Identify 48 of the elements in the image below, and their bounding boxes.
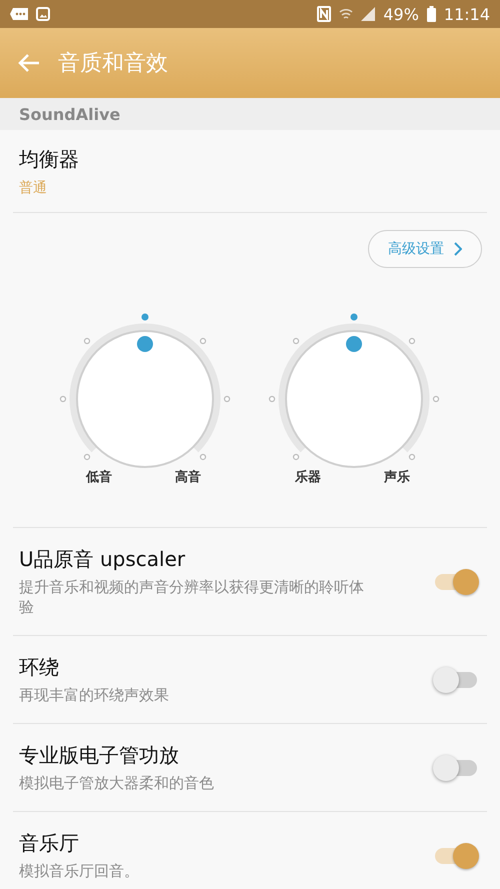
scale-dot-icon: [292, 454, 300, 460]
dial-label: 高音: [175, 470, 201, 485]
dial-label: 声乐: [384, 470, 410, 485]
dial-label: 乐器: [295, 470, 321, 485]
toggle-switch[interactable]: [433, 664, 479, 694]
scale-dot-icon: [350, 314, 358, 320]
chevron-icon: [454, 242, 462, 256]
scale-dot-icon: [84, 454, 90, 460]
setting-description: 模拟电子管放大器柔和的音色: [19, 773, 215, 793]
scale-dot-icon: [408, 338, 416, 344]
image-icon: [36, 7, 50, 21]
page-title: 音质和音效: [58, 50, 168, 78]
dial-indicator: [137, 336, 153, 352]
battery-icon: [426, 6, 436, 22]
scale-dot-icon: [142, 314, 148, 320]
setting-title: U品原音 upscaler: [19, 546, 186, 573]
dial[interactable]: [278, 324, 430, 468]
toggle-switch[interactable]: [433, 566, 479, 596]
clock: 11:14: [444, 4, 490, 24]
scale-dot-icon: [432, 396, 440, 402]
wifi-icon: [339, 7, 354, 21]
scale-dot-icon: [224, 396, 230, 402]
equalizer-title[interactable]: 均衡器: [19, 146, 487, 172]
scale-dot-icon: [292, 338, 300, 344]
setting-description: 模拟音乐厅回音。: [19, 861, 140, 881]
setting-title: 音乐厅: [19, 830, 80, 857]
nfc-icon: [317, 6, 332, 22]
battery-percent: 49%: [383, 4, 419, 24]
message-icon: [10, 8, 28, 20]
scale-dot-icon: [268, 396, 276, 402]
dial[interactable]: [70, 324, 220, 468]
dial-label: 低音: [86, 470, 112, 485]
toggle-switch[interactable]: [433, 840, 479, 870]
scale-dot-icon: [60, 396, 66, 402]
setting-description: 提升音乐和视频的声音分辨率以获得更清晰的聆听体验: [19, 577, 364, 617]
equalizer-value: 普通: [19, 178, 48, 196]
scale-dot-icon: [200, 454, 206, 460]
dial-indicator: [346, 336, 362, 352]
scale-dot-icon: [408, 454, 416, 460]
setting-description: 再现丰富的环绕声效果: [19, 685, 170, 705]
setting-title: 专业版电子管功放: [19, 742, 180, 769]
signal-icon: [361, 7, 376, 21]
toggle-switch[interactable]: [433, 752, 479, 782]
scale-dot-icon: [200, 338, 206, 344]
section-header: SoundAlive: [19, 104, 120, 124]
scale-dot-icon: [84, 338, 90, 344]
setting-title: 环绕: [19, 654, 60, 681]
back-icon[interactable]: [18, 53, 40, 73]
